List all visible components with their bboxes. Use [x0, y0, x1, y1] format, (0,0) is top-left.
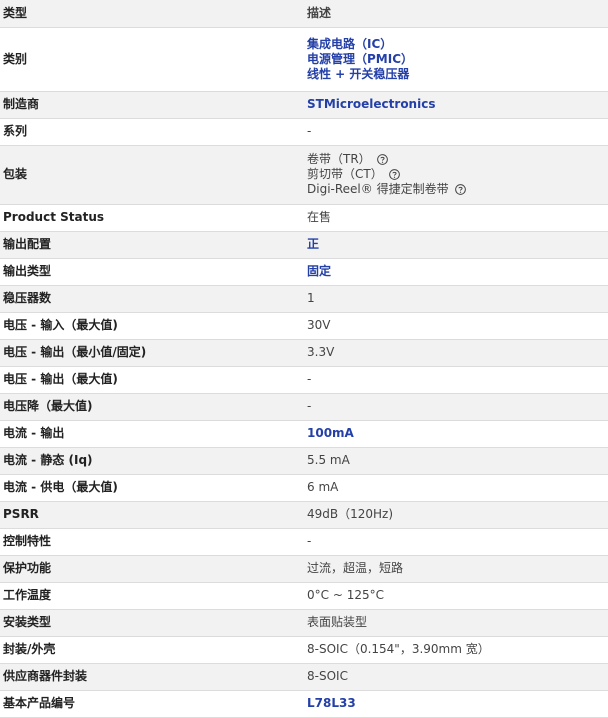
row-value: 1 [304, 285, 608, 313]
row-label: 封装/外壳 [0, 636, 304, 664]
table-row-manufacturer: 制造商 STMicroelectronics [0, 91, 608, 119]
row-value: 集成电路（IC） 电源管理（PMIC） 线性 + 开关稳压器 [304, 27, 608, 92]
row-value: 3.3V [304, 339, 608, 367]
table-row-quiescent-current: 电流 - 静态 (Iq) 5.5 mA [0, 447, 608, 475]
row-label: 电压 - 输出（最小值/固定) [0, 339, 304, 367]
row-value: STMicroelectronics [304, 91, 608, 119]
column-header-type: 类型 [0, 0, 304, 28]
row-value: 在售 [304, 204, 608, 232]
row-label: 类别 [0, 27, 304, 92]
row-label: 电压 - 输出（最大值) [0, 366, 304, 394]
packaging-option: Digi-Reel® 得捷定制卷带 [307, 182, 608, 197]
row-value: 0°C ~ 125°C [304, 582, 608, 610]
table-row-product-status: Product Status 在售 [0, 204, 608, 232]
row-value: - [304, 393, 608, 421]
category-link-regulators[interactable]: 线性 + 开关稳压器 [307, 67, 608, 82]
row-value: 过流，超温，短路 [304, 555, 608, 583]
table-row-base-product-number: 基本产品编号 L78L33 [0, 690, 608, 718]
row-label: PSRR [0, 501, 304, 529]
row-label: 控制特性 [0, 528, 304, 556]
table-row-current-output: 电流 - 输出 100mA [0, 420, 608, 448]
table-row-operating-temp: 工作温度 0°C ~ 125°C [0, 582, 608, 610]
row-value: 8-SOIC [304, 663, 608, 691]
table-row-package-case: 封装/外壳 8-SOIC（0.154"，3.90mm 宽） [0, 636, 608, 664]
row-value: 固定 [304, 258, 608, 286]
packaging-option-label: 剪切带（CT） [307, 167, 383, 181]
table-row-series: 系列 - [0, 118, 608, 146]
row-value: 正 [304, 231, 608, 259]
table-row-voltage-output-min: 电压 - 输出（最小值/固定) 3.3V [0, 339, 608, 367]
table-row-packaging: 包装 卷带（TR） 剪切带（CT） Digi-Reel® 得捷定制卷带 [0, 145, 608, 205]
table-row-mounting-type: 安装类型 表面贴装型 [0, 609, 608, 637]
base-product-link[interactable]: L78L33 [307, 696, 356, 710]
table-row-dropout: 电压降（最大值) - [0, 393, 608, 421]
row-label: 电流 - 输出 [0, 420, 304, 448]
output-type-link[interactable]: 固定 [307, 264, 331, 278]
spec-table: 类型 描述 类别 集成电路（IC） 电源管理（PMIC） 线性 + 开关稳压器 … [0, 0, 608, 718]
row-label: 输出类型 [0, 258, 304, 286]
row-label: 输出配置 [0, 231, 304, 259]
row-label: 安装类型 [0, 609, 304, 637]
row-value: - [304, 528, 608, 556]
row-label: 制造商 [0, 91, 304, 119]
table-row-voltage-output-max: 电压 - 输出（最大值) - [0, 366, 608, 394]
row-value: 49dB（120Hz) [304, 501, 608, 529]
row-value: 5.5 mA [304, 447, 608, 475]
table-row-output-type: 输出类型 固定 [0, 258, 608, 286]
help-icon[interactable] [388, 169, 400, 180]
table-row-supplier-package: 供应商器件封装 8-SOIC [0, 663, 608, 691]
table-header-row: 类型 描述 [0, 0, 608, 28]
row-value: 卷带（TR） 剪切带（CT） Digi-Reel® 得捷定制卷带 [304, 145, 608, 205]
row-label: 电流 - 供电（最大值) [0, 474, 304, 502]
category-link-ic[interactable]: 集成电路（IC） [307, 37, 608, 52]
table-row-category: 类别 集成电路（IC） 电源管理（PMIC） 线性 + 开关稳压器 [0, 27, 608, 92]
table-row-supply-current: 电流 - 供电（最大值) 6 mA [0, 474, 608, 502]
row-value: 100mA [304, 420, 608, 448]
row-value: 8-SOIC（0.154"，3.90mm 宽） [304, 636, 608, 664]
row-label: 电压降（最大值) [0, 393, 304, 421]
table-row-control-features: 控制特性 - [0, 528, 608, 556]
manufacturer-link[interactable]: STMicroelectronics [307, 97, 435, 111]
category-link-pmic[interactable]: 电源管理（PMIC） [307, 52, 608, 67]
row-label: 电流 - 静态 (Iq) [0, 447, 304, 475]
row-label: 基本产品编号 [0, 690, 304, 718]
help-icon[interactable] [454, 184, 466, 195]
row-value: 30V [304, 312, 608, 340]
row-label: 工作温度 [0, 582, 304, 610]
row-value: 表面贴装型 [304, 609, 608, 637]
row-label: 稳压器数 [0, 285, 304, 313]
table-row-regulator-count: 稳压器数 1 [0, 285, 608, 313]
column-header-description: 描述 [304, 0, 608, 28]
row-label: 系列 [0, 118, 304, 146]
help-icon[interactable] [376, 154, 388, 165]
table-row-protection: 保护功能 过流，超温，短路 [0, 555, 608, 583]
packaging-option: 卷带（TR） [307, 152, 608, 167]
packaging-option: 剪切带（CT） [307, 167, 608, 182]
table-row-psrr: PSRR 49dB（120Hz) [0, 501, 608, 529]
row-value: 6 mA [304, 474, 608, 502]
row-value: - [304, 366, 608, 394]
current-output-link[interactable]: 100mA [307, 426, 354, 440]
packaging-option-label: Digi-Reel® 得捷定制卷带 [307, 182, 449, 196]
output-config-link[interactable]: 正 [307, 237, 319, 251]
row-label: 保护功能 [0, 555, 304, 583]
packaging-option-label: 卷带（TR） [307, 152, 371, 166]
table-row-voltage-input-max: 电压 - 输入（最大值) 30V [0, 312, 608, 340]
row-label: Product Status [0, 204, 304, 232]
row-value: - [304, 118, 608, 146]
row-value: L78L33 [304, 690, 608, 718]
row-label: 供应商器件封装 [0, 663, 304, 691]
row-label: 电压 - 输入（最大值) [0, 312, 304, 340]
row-label: 包装 [0, 145, 304, 205]
table-row-output-config: 输出配置 正 [0, 231, 608, 259]
